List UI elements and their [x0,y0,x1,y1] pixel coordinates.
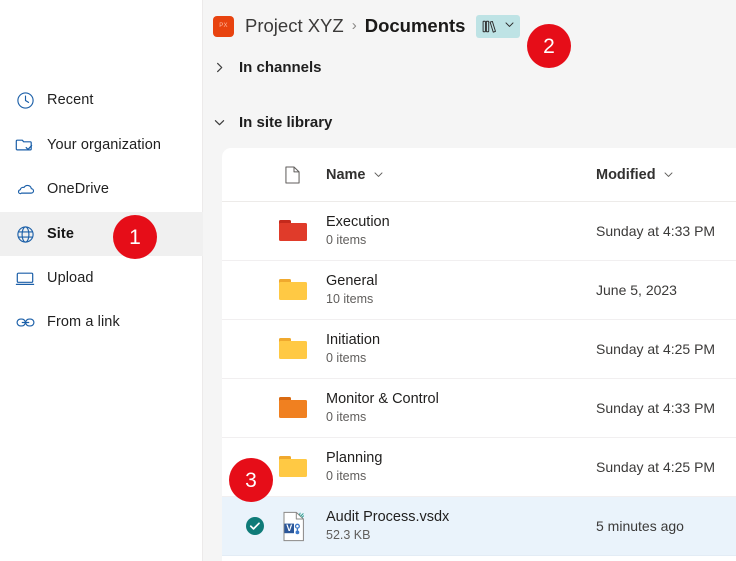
folder-icon [277,274,309,306]
table-row[interactable]: Initiation 0 items Sunday at 4:25 PM [222,320,736,379]
link-icon [14,311,36,333]
folder-icon [277,392,309,424]
file-name: Monitor & Control [326,391,439,407]
sidebar-item-from-a-link[interactable]: From a link [0,300,203,344]
chevron-down-icon [213,116,233,129]
file-subtext: 52.3 KB [326,528,371,542]
chevron-down-icon [504,17,515,35]
sidebar-item-label: Your organization [47,137,162,153]
file-name-cell: Monitor & Control 0 items [326,390,439,426]
file-subtext: 0 items [326,233,367,247]
sidebar-item-label: Site [47,226,74,242]
column-header-modified-label: Modified [596,166,656,183]
folder-check-icon [14,134,36,156]
column-header-name[interactable]: Name [326,167,384,183]
sidebar-item-onedrive[interactable]: OneDrive [0,167,203,211]
sidebar-item-recent[interactable]: Recent [0,78,203,122]
file-modified: Sunday at 4:25 PM [596,459,716,475]
file-modified: Sunday at 4:33 PM [596,400,716,416]
column-header-modified[interactable]: Modified [596,167,674,183]
file-list-header: Name Modified [222,148,736,202]
file-modified: Sunday at 4:25 PM [596,341,716,357]
table-row[interactable]: Monitor & Control 0 items Sunday at 4:33… [222,379,736,438]
main-content: PX Project XYZ › Documents In channels I… [204,0,736,561]
breadcrumb: PX Project XYZ › Documents [213,11,521,41]
sidebar-item-label: OneDrive [47,181,110,197]
breadcrumb-separator-icon: › [351,16,357,34]
sidebar-item-label: Recent [47,92,94,108]
file-name: Audit Process.vsdx [326,509,450,525]
document-icon [282,164,302,186]
folder-icon [277,333,309,365]
sidebar: Recent Your organization OneDrive Site U [0,0,203,561]
row-selected-check-icon[interactable] [244,515,266,537]
file-subtext: 0 items [326,469,367,483]
file-name-cell: Initiation 0 items [326,331,380,367]
file-name-cell: General 10 items [326,272,378,308]
file-modified: 5 minutes ago [596,518,684,534]
file-name-cell: Audit Process.vsdx 52.3 KB [326,508,449,544]
sidebar-item-label: Upload [47,270,94,286]
globe-icon [14,223,36,245]
table-row[interactable]: Planning 0 items Sunday at 4:25 PM [222,438,736,497]
section-in-channels[interactable]: In channels [213,59,322,76]
table-row[interactable]: Execution 0 items Sunday at 4:33 PM [222,202,736,261]
file-name-cell: Execution 0 items [326,213,390,249]
file-name: Planning [326,450,383,466]
app-root: Recent Your organization OneDrive Site U [0,0,736,561]
callout-badge-1: 1 [113,215,157,259]
sidebar-item-upload[interactable]: Upload [0,256,203,300]
sidebar-item-site[interactable]: Site [0,212,203,256]
folder-icon [277,451,309,483]
sidebar-item-your-organization[interactable]: Your organization [0,123,203,167]
breadcrumb-current: Documents [364,15,466,36]
monitor-icon [14,267,36,289]
file-subtext: 10 items [326,292,374,306]
clock-icon [14,89,36,111]
section-title: In site library [239,114,333,131]
library-books-icon [482,19,499,34]
file-subtext: 0 items [326,351,367,365]
table-row[interactable]: V Audit Process.vsdx 52.3 KB 5 minutes a… [222,497,736,556]
svg-text:V: V [286,523,292,533]
file-name: General [326,273,378,289]
chevron-down-icon [663,169,674,180]
section-title: In channels [239,59,322,76]
callout-badge-3: 3 [229,458,273,502]
section-in-site-library[interactable]: In site library [213,114,332,131]
onedrive-icon [14,178,36,200]
file-name: Initiation [326,332,381,348]
chevron-right-icon [213,61,233,74]
breadcrumb-team-link[interactable]: Project XYZ [245,15,344,37]
file-name: Execution [326,214,390,230]
table-row[interactable]: General 10 items June 5, 2023 [222,261,736,320]
visio-file-icon: V [277,510,309,542]
folder-icon [277,215,309,247]
sidebar-item-label: From a link [47,314,120,330]
file-modified: June 5, 2023 [596,282,677,298]
team-avatar: PX [213,15,234,37]
chevron-down-icon [373,169,384,180]
file-subtext: 0 items [326,410,367,424]
file-name-cell: Planning 0 items [326,449,382,485]
column-header-name-label: Name [326,166,366,183]
library-switcher-button[interactable] [476,14,521,38]
file-list-panel: Name Modified Execution 0 items Sunday a… [222,148,736,561]
file-modified: Sunday at 4:33 PM [596,223,716,239]
callout-badge-2: 2 [527,24,571,68]
